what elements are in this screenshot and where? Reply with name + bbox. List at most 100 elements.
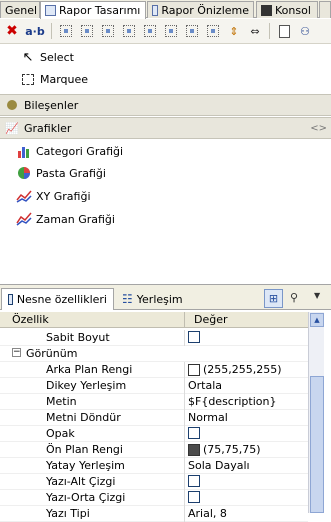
cell-divider (184, 458, 185, 474)
property-row[interactable]: Ön Plan Rengi (75,75,75) (0, 442, 308, 458)
align-bottom-icon[interactable] (162, 22, 180, 40)
tab-layout[interactable]: ☷ Yerleşim (116, 288, 189, 310)
vertical-distribute-icon[interactable]: ⇕ (225, 22, 243, 40)
cell-divider (184, 490, 185, 506)
column-divider[interactable] (184, 312, 185, 328)
property-value-text: Normal (188, 411, 228, 424)
tab-label: Nesne özellikleri (16, 293, 107, 306)
palette-section-charts[interactable]: 📈 Grafikler <> (0, 117, 331, 139)
tab-properties[interactable]: Nesne özellikleri (1, 288, 114, 310)
palette-item-pie-chart[interactable]: Pasta Grafiği (0, 162, 331, 184)
properties-icon (8, 294, 13, 305)
horizontal-distribute-icon[interactable]: ⇔ (246, 22, 264, 40)
view-menu-chevron-down-icon[interactable]: ▼ (314, 291, 320, 300)
palette-section-components[interactable]: Bileşenler (0, 94, 331, 116)
tab-genel[interactable]: Genel (0, 1, 40, 18)
column-header-value[interactable]: Değer (194, 313, 228, 326)
tab-rapor-onizleme[interactable]: Rapor Önizleme (147, 1, 254, 18)
same-height-icon[interactable] (204, 22, 222, 40)
filter-icon[interactable]: ⚲ (290, 291, 298, 304)
tab-konsol[interactable]: Konsol (256, 1, 318, 18)
cell-divider (184, 410, 185, 426)
rename-icon[interactable]: a·b (24, 22, 46, 40)
property-value[interactable] (188, 491, 200, 503)
connect-icon[interactable]: ⚇ (296, 22, 314, 40)
marquee-icon (20, 71, 36, 87)
scroll-up-arrow-icon[interactable]: ▲ (310, 313, 324, 327)
column-header-property[interactable]: Özellik (12, 313, 49, 326)
property-value[interactable]: Ortala (188, 379, 222, 392)
align-top-icon[interactable] (57, 22, 75, 40)
collapse-group-icon[interactable]: − (12, 348, 21, 357)
property-row[interactable]: Yazı-Orta Çizgi (0, 490, 308, 506)
cell-divider (184, 330, 185, 346)
property-value[interactable] (188, 475, 200, 487)
property-value[interactable] (188, 427, 200, 439)
property-name: Yazı-Alt Çizgi (46, 475, 116, 488)
property-name: Yazı Tipi (46, 507, 90, 520)
report-design-icon (45, 5, 56, 16)
cell-divider (184, 378, 185, 394)
property-value[interactable]: $F{description} (188, 395, 276, 408)
property-row[interactable]: Arka Plan Rengi (255,255,255) (0, 362, 308, 378)
align-middle-icon[interactable] (78, 22, 96, 40)
align-center-icon[interactable] (120, 22, 138, 40)
color-swatch[interactable] (188, 363, 200, 376)
layout-icon: ☷ (122, 292, 133, 306)
tab-overflow[interactable] (319, 1, 331, 18)
property-row[interactable]: Dikey Yerleşim Ortala (0, 378, 308, 394)
property-row[interactable]: Yazı-Alt Çizgi (0, 474, 308, 490)
property-group-row[interactable]: − Görünüm (0, 346, 308, 362)
property-value[interactable] (188, 331, 200, 343)
cell-divider (184, 442, 185, 458)
property-value-text: Sola Dayalı (188, 459, 250, 472)
property-checkbox[interactable] (188, 331, 200, 343)
tree-view-toggle-icon[interactable]: ⊞ (264, 289, 283, 308)
property-checkbox[interactable] (188, 427, 200, 439)
delete-icon[interactable]: ✖ (3, 22, 21, 40)
same-width-icon[interactable] (183, 22, 201, 40)
scrollbar-thumb[interactable] (310, 376, 324, 513)
property-row[interactable]: Metin $F{description} (0, 394, 308, 410)
copy-icon[interactable] (275, 22, 293, 40)
property-value[interactable]: (75,75,75) (188, 443, 261, 456)
property-name: Metin (46, 395, 77, 408)
time-chart-icon (16, 211, 32, 227)
chart-drawer-icon: 📈 (5, 121, 19, 135)
palette-item-xy-chart[interactable]: XY Grafiği (0, 185, 331, 207)
align-left-icon[interactable] (99, 22, 117, 40)
property-value-text: $F{description} (188, 395, 277, 408)
property-row[interactable]: Sabit Boyut (0, 330, 308, 346)
console-icon (261, 4, 272, 16)
tab-label: Rapor Tasarımı (59, 4, 141, 17)
property-value-text: Ortala (188, 379, 223, 392)
palette-item-time-chart[interactable]: Zaman Grafiği (0, 208, 331, 230)
arrow-cursor-icon: ↖ (22, 49, 34, 65)
align-right-icon[interactable] (141, 22, 159, 40)
property-checkbox[interactable] (188, 491, 200, 503)
property-value[interactable]: Sola Dayalı (188, 459, 250, 472)
property-value[interactable]: (255,255,255) (188, 363, 282, 376)
property-row[interactable]: Opak (0, 426, 308, 442)
tab-rapor-tasarimi[interactable]: Rapor Tasarımı (40, 1, 146, 19)
property-name: Opak (46, 427, 75, 440)
color-swatch[interactable] (188, 443, 200, 456)
palette-marquee-tool[interactable]: Marquee (0, 68, 331, 90)
properties-scrollbar[interactable]: ▲ (308, 312, 324, 513)
property-name: Dikey Yerleşim (46, 379, 127, 392)
editor-tab-bar: Genel Rapor Tasarımı Rapor Önizleme Kons… (0, 0, 331, 19)
property-value[interactable]: Normal (188, 411, 228, 424)
property-value[interactable]: Arial, 8 (188, 507, 227, 520)
palette-select-tool[interactable]: ↖ Select (0, 46, 331, 68)
property-checkbox[interactable] (188, 475, 200, 487)
tab-label: Genel (5, 3, 38, 17)
cell-divider (184, 474, 185, 490)
property-row[interactable]: Yatay Yerleşim Sola Dayalı (0, 458, 308, 474)
tab-label: Rapor Önizleme (161, 3, 249, 17)
property-row[interactable]: Yazı Tipi Arial, 8 (0, 506, 308, 522)
property-row[interactable]: Metni Döndür Normal (0, 410, 308, 426)
chart-item-label: XY Grafiği (36, 189, 91, 203)
property-value-text: (75,75,75) (203, 443, 261, 456)
collapse-arrows-icon[interactable]: <> (310, 123, 327, 134)
palette-item-category-chart[interactable]: Categori Grafiği (0, 140, 331, 162)
